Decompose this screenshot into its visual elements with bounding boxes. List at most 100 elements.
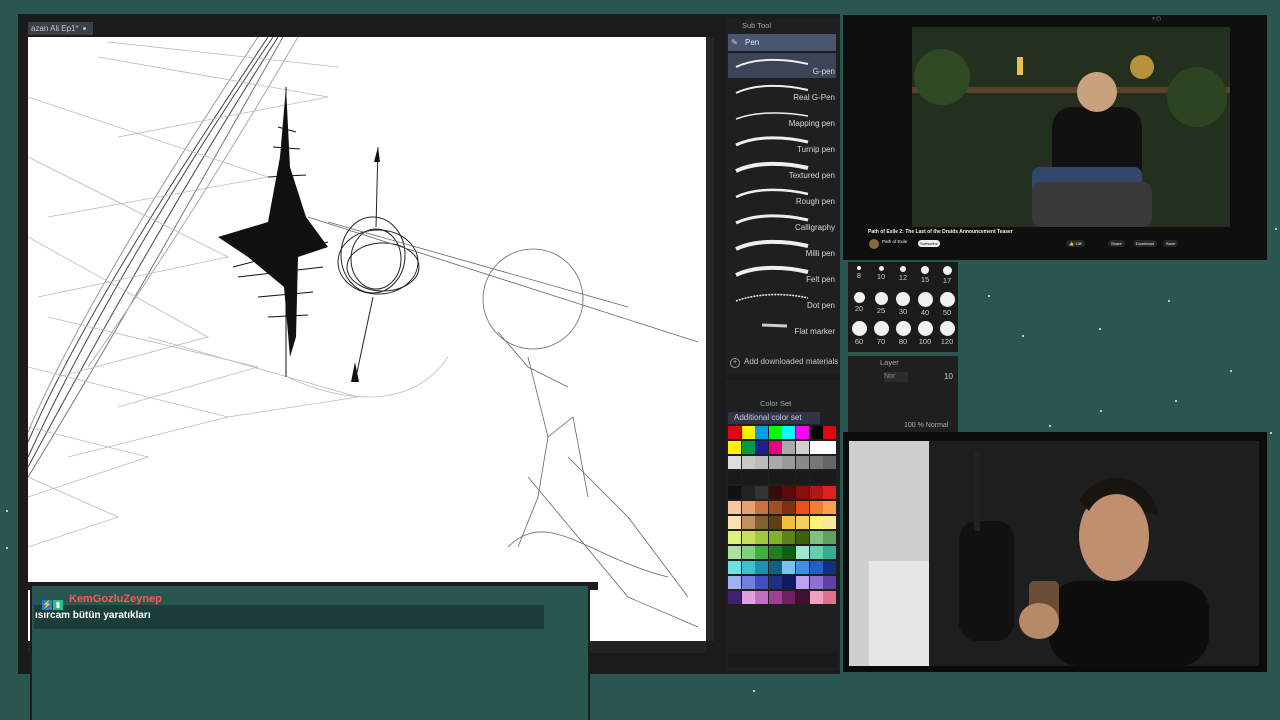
color-swatch[interactable]	[755, 561, 769, 574]
color-swatch[interactable]	[796, 441, 809, 454]
brush-size-option[interactable]: 100	[914, 321, 936, 346]
color-swatch[interactable]	[782, 471, 796, 484]
color-swatch[interactable]	[809, 531, 823, 544]
brush-size-option[interactable]: 60	[848, 321, 870, 346]
drawing-canvas[interactable]	[28, 37, 706, 641]
color-swatch[interactable]	[823, 516, 837, 529]
color-swatch[interactable]	[823, 531, 837, 544]
color-swatch[interactable]	[768, 561, 782, 574]
color-swatch[interactable]	[768, 441, 782, 454]
color-swatch[interactable]	[728, 516, 741, 529]
color-swatch[interactable]	[741, 471, 755, 484]
color-swatch[interactable]	[823, 576, 837, 589]
color-swatch[interactable]	[782, 531, 796, 544]
document-tab[interactable]: azan Ali Ep1*	[28, 22, 93, 35]
color-swatch[interactable]	[741, 426, 755, 439]
color-swatch[interactable]	[796, 591, 809, 604]
share-button[interactable]: Share	[1108, 240, 1125, 247]
color-swatch[interactable]	[755, 471, 769, 484]
layer-row[interactable]: 100 % Normal	[904, 422, 948, 429]
brush-item[interactable]: G-pen	[728, 53, 836, 78]
canvas-vertical-scrollbar[interactable]	[706, 37, 714, 641]
color-swatch[interactable]	[782, 591, 796, 604]
color-swatch[interactable]	[782, 546, 796, 559]
color-swatch[interactable]	[728, 591, 741, 604]
color-swatch[interactable]	[741, 486, 755, 499]
color-swatch[interactable]	[823, 546, 837, 559]
color-swatch[interactable]	[741, 561, 755, 574]
brush-item[interactable]: Rough pen	[728, 183, 836, 208]
brush-item[interactable]: Dot pen	[728, 287, 836, 312]
color-swatch[interactable]	[782, 516, 796, 529]
color-swatch[interactable]	[823, 426, 837, 439]
color-swatch[interactable]	[823, 561, 837, 574]
color-swatch[interactable]	[728, 501, 741, 514]
color-swatch[interactable]	[755, 441, 769, 454]
brush-item[interactable]: Mapping pen	[728, 105, 836, 130]
layer-blend-mode-select[interactable]: Nor	[884, 372, 908, 382]
color-swatch[interactable]	[728, 471, 741, 484]
brush-size-option[interactable]: 20	[848, 292, 870, 313]
color-swatch[interactable]	[809, 501, 823, 514]
color-swatch[interactable]	[823, 471, 837, 484]
color-swatch[interactable]	[741, 591, 755, 604]
brush-size-option[interactable]: 70	[870, 321, 892, 346]
color-swatch[interactable]	[796, 486, 809, 499]
brush-item[interactable]: Real G-Pen	[728, 79, 836, 104]
brush-size-option[interactable]: 50	[936, 292, 958, 317]
channel-avatar[interactable]	[869, 239, 879, 249]
color-swatch[interactable]	[768, 471, 782, 484]
color-swatch[interactable]	[728, 546, 741, 559]
color-swatch[interactable]	[741, 441, 755, 454]
color-swatch[interactable]	[809, 576, 823, 589]
color-swatch[interactable]	[809, 546, 823, 559]
brush-item[interactable]: Flat marker	[728, 313, 836, 338]
color-swatch[interactable]	[728, 561, 741, 574]
like-button[interactable]: 👍 13K	[1066, 240, 1086, 247]
color-swatch[interactable]	[728, 456, 741, 469]
color-swatch[interactable]	[755, 516, 769, 529]
color-swatch[interactable]	[809, 561, 823, 574]
color-swatch[interactable]	[809, 516, 823, 529]
color-swatch[interactable]	[809, 591, 823, 604]
color-swatch[interactable]	[741, 531, 755, 544]
color-swatch[interactable]	[796, 531, 809, 544]
youtube-video-frame[interactable]	[912, 27, 1230, 227]
color-swatch[interactable]	[741, 576, 755, 589]
color-swatch[interactable]	[823, 591, 837, 604]
brush-size-option[interactable]: 17	[936, 266, 958, 285]
color-swatch[interactable]	[796, 561, 809, 574]
color-swatch[interactable]	[823, 441, 837, 454]
color-swatch[interactable]	[796, 471, 809, 484]
color-swatch[interactable]	[728, 426, 741, 439]
color-swatch[interactable]	[782, 486, 796, 499]
brush-size-option[interactable]: 120	[936, 321, 958, 346]
color-swatch[interactable]	[809, 471, 823, 484]
channel-name[interactable]: Path of Exile	[882, 239, 907, 244]
color-swatch[interactable]	[796, 516, 809, 529]
color-swatch[interactable]	[809, 456, 823, 469]
color-swatch[interactable]	[768, 426, 782, 439]
color-swatch[interactable]	[768, 531, 782, 544]
color-swatch[interactable]	[728, 576, 741, 589]
tab-pen[interactable]: ✎ Pen	[728, 34, 836, 51]
color-swatch[interactable]	[755, 456, 769, 469]
add-downloaded-materials-button[interactable]: + Add downloaded materials	[730, 356, 840, 368]
color-swatch[interactable]	[768, 546, 782, 559]
color-swatch[interactable]	[755, 546, 769, 559]
brush-size-option[interactable]: 8	[848, 266, 870, 280]
color-swatch[interactable]	[741, 546, 755, 559]
brush-size-option[interactable]: 10	[870, 266, 892, 281]
brush-item[interactable]: Felt pen	[728, 261, 836, 286]
brush-item[interactable]: Milli pen	[728, 235, 836, 260]
color-swatch[interactable]	[809, 441, 823, 454]
color-swatch[interactable]	[823, 486, 837, 499]
close-tab-icon[interactable]	[82, 27, 86, 31]
brush-size-option[interactable]: 40	[914, 292, 936, 317]
color-swatch[interactable]	[768, 516, 782, 529]
color-swatch[interactable]	[796, 501, 809, 514]
brush-size-option[interactable]: 30	[892, 292, 914, 316]
color-swatch[interactable]	[782, 456, 796, 469]
color-swatch[interactable]	[755, 501, 769, 514]
color-swatch[interactable]	[782, 441, 796, 454]
